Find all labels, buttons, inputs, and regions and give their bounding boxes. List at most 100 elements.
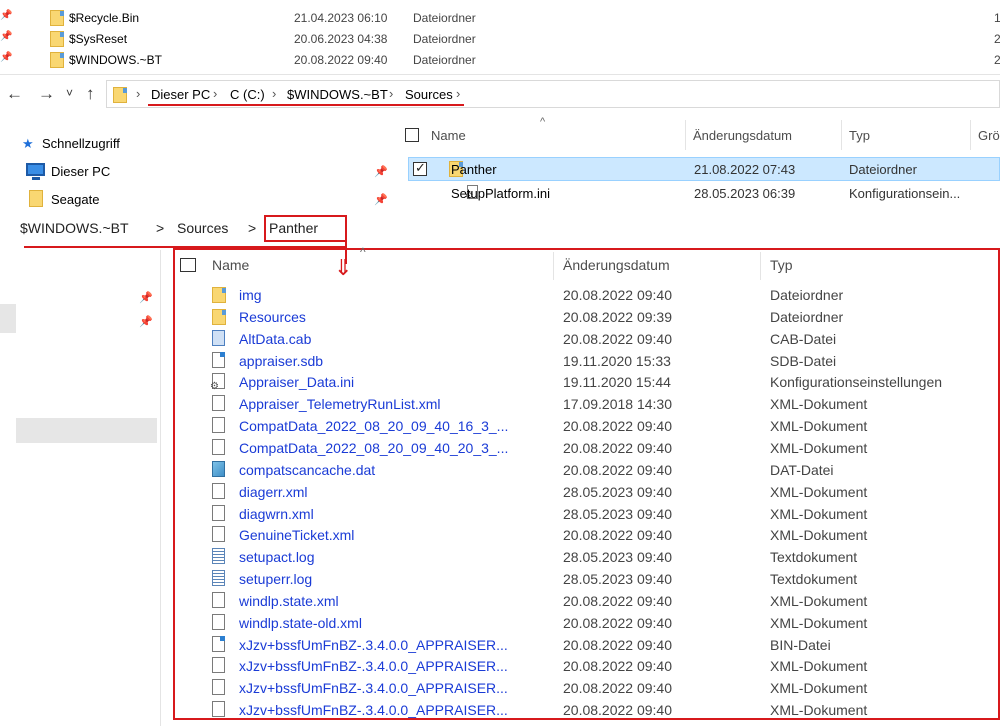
column-divider[interactable] — [841, 120, 842, 150]
file-name[interactable]: $WINDOWS.~BT — [69, 53, 162, 67]
address-separator-icon[interactable]: › — [136, 86, 140, 101]
file-name[interactable]: xJzv+bssfUmFnBZ-.3.4.0.0_APPRAISER... — [239, 702, 508, 718]
table-row[interactable]: CompatData_2022_08_20_09_40_16_3_... 20.0… — [176, 415, 1000, 437]
file-name[interactable]: xJzv+bssfUmFnBZ-.3.4.0.0_APPRAISER... — [239, 637, 508, 653]
pin-icon[interactable]: 📌 — [0, 52, 12, 66]
address-separator-icon[interactable]: › — [272, 86, 276, 101]
file-name[interactable]: diagerr.xml — [239, 484, 307, 500]
file-name[interactable]: diagwrn.xml — [239, 506, 314, 522]
file-name[interactable]: SetupPlatform.ini — [451, 186, 550, 201]
column-divider[interactable] — [760, 252, 761, 280]
file-name[interactable]: CompatData_2022_08_20_09_40_20_3_... — [239, 440, 508, 456]
file-date: 20.08.2022 09:40 — [294, 53, 388, 67]
address-crumb-dieser-pc[interactable]: Dieser PC — [151, 87, 210, 102]
sidebar-item-this-pc[interactable]: Dieser PC — [51, 164, 110, 179]
table-row[interactable]: windlp.state.xml 20.08.2022 09:40 XML-Doku… — [176, 590, 1000, 612]
column-divider[interactable] — [553, 252, 554, 280]
address-crumb-sources[interactable]: Sources — [405, 87, 453, 102]
table-row[interactable]: compatscancache.dat 20.08.2022 09:40 DAT-D… — [176, 459, 1000, 481]
column-header-size[interactable]: Grö — [978, 128, 1000, 143]
table-row[interactable]: AltData.cab 20.08.2022 09:40 CAB-Datei — [176, 328, 1000, 350]
file-name[interactable]: appraiser.sdb — [239, 353, 323, 369]
file-name[interactable]: setupact.log — [239, 549, 315, 565]
list-item[interactable]: 📌 $Recycle.Bin 21.04.2023 06:10 Dateiordner… — [0, 7, 1000, 28]
back-arrow-icon[interactable]: ← — [6, 84, 23, 104]
list-item[interactable]: 📌 $WINDOWS.~BT 20.08.2022 09:40 Dateiordner… — [0, 49, 1000, 70]
pin-icon[interactable]: 📌 — [139, 315, 153, 328]
address-separator-icon[interactable]: › — [456, 86, 460, 101]
forward-arrow-icon[interactable]: → — [38, 84, 55, 104]
table-row[interactable]: xJzv+bssfUmFnBZ-.3.4.0.0_APPRAISER... 20.… — [176, 699, 1000, 721]
document-icon — [212, 526, 225, 543]
sidebar-item-seagate[interactable]: Seagate — [51, 192, 99, 207]
table-row[interactable]: Appraiser_Data.ini 19.11.2020 15:44 Konfig… — [176, 371, 1000, 393]
list-item[interactable]: 📌 $SysReset 20.06.2023 04:38 Dateiordner 2 — [0, 28, 1000, 49]
table-row[interactable]: setupact.log 28.05.2023 09:40 Textdokument — [176, 546, 1000, 568]
column-header-type[interactable]: Typ — [849, 128, 870, 143]
pin-icon[interactable]: 📌 — [0, 31, 12, 45]
sidebar-item-quick-access[interactable]: Schnellzugriff — [42, 136, 120, 151]
table-row[interactable]: xJzv+bssfUmFnBZ-.3.4.0.0_APPRAISER... 20.… — [176, 655, 1000, 677]
file-name[interactable]: windlp.state-old.xml — [239, 615, 362, 631]
address-crumb-c-drive[interactable]: C (C:) — [230, 87, 265, 102]
table-row[interactable]: CompatData_2022_08_20_09_40_20_3_... 20.0… — [176, 437, 1000, 459]
table-row[interactable]: windlp.state-old.xml 20.08.2022 09:40 XML-… — [176, 612, 1000, 634]
file-name[interactable]: windlp.state.xml — [239, 593, 339, 609]
row-checkbox[interactable] — [413, 160, 427, 176]
column-header-type[interactable]: Typ — [770, 257, 793, 273]
file-name[interactable]: Panther — [451, 162, 497, 177]
pin-icon[interactable]: 📌 — [374, 193, 388, 206]
column-header-name[interactable]: Name — [212, 257, 249, 273]
pin-icon[interactable]: 📌 — [0, 10, 12, 24]
table-row[interactable]: Resources 20.08.2022 09:39 Dateiordner — [176, 306, 1000, 328]
file-name[interactable]: Appraiser_Data.ini — [239, 374, 354, 390]
breadcrumb-sources[interactable]: Sources — [177, 220, 228, 236]
table-row[interactable]: xJzv+bssfUmFnBZ-.3.4.0.0_APPRAISER... 20.… — [176, 677, 1000, 699]
file-name[interactable]: xJzv+bssfUmFnBZ-.3.4.0.0_APPRAISER... — [239, 680, 508, 696]
file-name[interactable]: $SysReset — [69, 32, 127, 46]
document-icon — [212, 657, 225, 674]
up-arrow-icon[interactable]: ↑ — [86, 84, 95, 104]
address-crumb-windows-bt[interactable]: $WINDOWS.~BT — [287, 87, 388, 102]
text-file-icon — [212, 548, 225, 565]
file-size: 2 — [994, 53, 1000, 67]
pin-icon[interactable]: 📌 — [374, 165, 388, 178]
column-divider[interactable] — [970, 120, 971, 150]
file-type: Dateiordner — [770, 287, 844, 303]
cab-file-icon — [212, 329, 225, 346]
table-row[interactable]: Appraiser_TelemetryRunList.xml 17.09.2018… — [176, 393, 1000, 415]
file-name[interactable]: Appraiser_TelemetryRunList.xml — [239, 396, 441, 412]
select-all-checkbox[interactable] — [405, 128, 419, 142]
column-header-name[interactable]: Name — [431, 128, 466, 143]
file-name[interactable]: GenuineTicket.xml — [239, 527, 354, 543]
recent-locations-icon[interactable]: ˅ — [66, 86, 73, 100]
file-name[interactable]: compatscancache.dat — [239, 462, 375, 478]
file-name[interactable]: xJzv+bssfUmFnBZ-.3.4.0.0_APPRAISER... — [239, 658, 508, 674]
table-row[interactable]: diagerr.xml 28.05.2023 09:40 XML-Dokument — [176, 481, 1000, 503]
file-name[interactable]: setuperr.log — [239, 571, 312, 587]
column-header-date[interactable]: Änderungsdatum — [563, 257, 670, 273]
file-type: SDB-Datei — [770, 352, 837, 369]
address-separator-icon[interactable]: › — [213, 86, 217, 101]
folder-icon — [50, 31, 64, 47]
select-all-checkbox[interactable] — [180, 258, 196, 272]
pin-icon[interactable]: 📌 — [139, 291, 153, 304]
breadcrumb-windows-bt[interactable]: $WINDOWS.~BT — [20, 220, 129, 236]
file-name[interactable]: AltData.cab — [239, 331, 311, 347]
table-row[interactable]: diagwrn.xml 28.05.2023 09:40 XML-Dokument — [176, 503, 1000, 525]
sort-chevron-icon[interactable]: ^ — [540, 116, 545, 128]
column-divider[interactable] — [685, 120, 686, 150]
table-row[interactable]: img 20.08.2022 09:40 Dateiordner — [176, 284, 1000, 306]
table-row[interactable]: xJzv+bssfUmFnBZ-.3.4.0.0_APPRAISER... 20.… — [176, 634, 1000, 656]
address-separator-icon[interactable]: › — [389, 86, 393, 101]
file-name[interactable]: $Recycle.Bin — [69, 11, 139, 25]
file-name[interactable]: img — [239, 287, 262, 303]
table-row[interactable]: GenuineTicket.xml 20.08.2022 09:40 XML-Dok… — [176, 524, 1000, 546]
file-date: 19.11.2020 15:33 — [563, 352, 671, 369]
sort-chevron-icon[interactable]: ^ — [360, 245, 366, 259]
table-row[interactable]: appraiser.sdb 19.11.2020 15:33 SDB-Datei — [176, 350, 1000, 372]
file-name[interactable]: CompatData_2022_08_20_09_40_16_3_... — [239, 418, 508, 434]
table-row[interactable]: setuperr.log 28.05.2023 09:40 Textdokument — [176, 568, 1000, 590]
column-header-date[interactable]: Änderungsdatum — [693, 128, 792, 143]
file-name[interactable]: Resources — [239, 309, 306, 325]
